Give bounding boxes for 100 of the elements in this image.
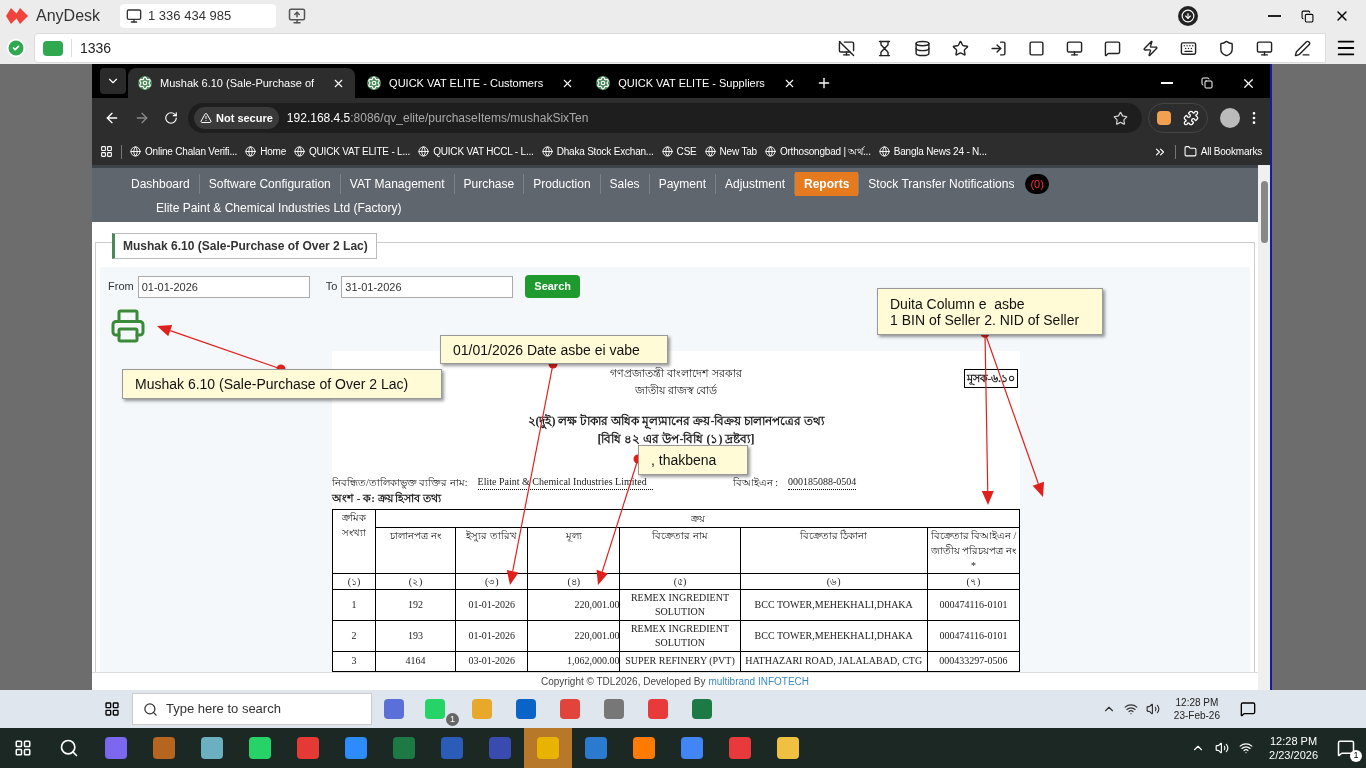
app-icon[interactable] <box>345 737 367 759</box>
table-cell: 220,001.00 <box>527 620 620 651</box>
app-icon[interactable] <box>777 737 799 759</box>
name-label: নিবন্ধিত/তালিকাভুক্ত ব্যক্তির নাম: <box>332 476 468 490</box>
app-icon[interactable] <box>201 737 223 759</box>
table-header: ক্রমিক সংখ্যা <box>332 509 376 573</box>
table-header: ক্রয় <box>375 509 1020 527</box>
search-icon <box>59 738 79 758</box>
government-line: গণপ্রজাতন্ত্রী বাংলাদেশ সরকার <box>610 366 742 381</box>
arrow-in-icon <box>989 39 1007 57</box>
url-field[interactable]: Not secure 192.168.4.5:8086/qv_elite/purchaseItems/mushakSixTen <box>188 103 1142 133</box>
app-icon[interactable] <box>249 737 271 759</box>
table-cell: BCC TOWER,MEHEKHALI,DHAKA <box>740 589 928 620</box>
notifications-icon[interactable] <box>1337 739 1355 757</box>
report-subtitle: [বিধি ৪২ এর উপ-বিধি (১) দ্রষ্টব্য] <box>597 430 755 448</box>
address-field[interactable]: 1336 <box>34 33 1326 63</box>
notification-badge: 1 <box>446 713 459 726</box>
table-cell: 000433297-0506 <box>927 651 1020 671</box>
table-header: বিক্রেতার বিআইএন / জাতীয় পরিচয়পত্র নং * <box>927 527 1020 573</box>
callout-note: Mushak 6.10 (Sale-Purchase of Over 2 Lac) <box>122 369 442 399</box>
table-cell: 03-01-2026 <box>455 651 528 671</box>
bookmark[interactable]: CSE <box>661 144 697 159</box>
table-cell: 220,001.00 <box>527 589 620 620</box>
wifi-icon[interactable] <box>1123 702 1138 716</box>
app-icon[interactable] <box>384 699 404 719</box>
app-icon[interactable] <box>692 699 712 719</box>
nav-item[interactable]: Production <box>524 172 600 196</box>
table-cell: 01-01-2026 <box>455 589 528 620</box>
copyright-text: Copyright © TDL2026, Developed By <box>540 675 706 689</box>
app-icon[interactable] <box>681 737 703 759</box>
extensions-icon[interactable] <box>1183 110 1199 126</box>
app-icon[interactable] <box>729 737 751 759</box>
app-icon[interactable] <box>297 737 319 759</box>
table-cell: (২) <box>375 573 456 589</box>
taskbar-search-field[interactable]: Type here to search <box>132 693 372 725</box>
developer-link[interactable]: multibrand INFOTECH <box>708 674 810 689</box>
globe-icon <box>418 146 430 157</box>
app-icon[interactable] <box>516 699 536 719</box>
globe-icon <box>661 146 673 157</box>
printer-icon <box>110 308 146 344</box>
bookmark[interactable]: Online Chalan Verifi... <box>130 144 238 159</box>
table-cell: 1 <box>332 589 376 620</box>
taskbar-clock[interactable]: 12:28 PM 23-Feb-26 <box>1167 696 1226 722</box>
table-cell: 4164 <box>375 651 456 671</box>
nav-item[interactable]: Dashboard <box>122 172 199 196</box>
globe-icon <box>541 146 553 157</box>
apps-icon[interactable] <box>100 145 113 158</box>
table-cell: 192 <box>375 589 456 620</box>
volume-icon[interactable] <box>1145 702 1160 716</box>
all-bookmarks[interactable]: All Bookmarks <box>1183 144 1262 159</box>
restore-icon <box>1201 77 1213 89</box>
nav-item[interactable]: Software Configuration <box>199 172 340 196</box>
bookmark[interactable]: Orthosongbad | অর্থ... <box>764 144 871 159</box>
account-button[interactable] <box>1178 6 1198 26</box>
warning-icon <box>200 112 212 124</box>
bookmark[interactable]: New Tab <box>704 144 757 159</box>
bookmark[interactable]: Home <box>245 144 286 159</box>
taskbar-clock[interactable]: 12:28 PM 2/23/2026 <box>1261 734 1326 762</box>
tab-list-button[interactable] <box>100 68 126 94</box>
bookmark-star-icon[interactable] <box>1113 110 1128 126</box>
to-date-field[interactable]: 31-01-2026 <box>341 275 514 298</box>
table-cell: SUPER REFINERY (PVT) <box>619 651 741 671</box>
volume-icon[interactable] <box>1215 741 1230 755</box>
nav-item[interactable]: Sales <box>600 172 649 196</box>
bookmark[interactable]: Dhaka Stock Exchan... <box>541 144 654 159</box>
profile-avatar[interactable] <box>1220 108 1240 128</box>
wifi-icon[interactable] <box>1239 741 1254 755</box>
nav-item[interactable]: Payment <box>649 172 715 196</box>
app-icon[interactable] <box>585 737 607 759</box>
browser-tab[interactable]: Mushak 6.10 (Sale-Purchase of <box>128 68 356 98</box>
app-icon[interactable] <box>105 737 127 759</box>
scrollbar[interactable] <box>1258 165 1270 690</box>
connected-icon <box>6 38 26 58</box>
bookmark[interactable]: Bangla News 24 - N... <box>878 144 987 159</box>
nav-item[interactable]: VAT Management <box>340 172 454 196</box>
bookmark[interactable]: QUICK VAT HCCL - L... <box>418 144 534 159</box>
app-icon[interactable] <box>633 737 655 759</box>
nav-item[interactable]: Stock Transfer Notifications <box>859 172 1024 196</box>
nav-item[interactable]: Purchase <box>454 172 524 196</box>
monitor-icon <box>126 8 143 24</box>
nav-item[interactable]: Adjustment <box>716 172 794 196</box>
arrow-down-icon <box>1181 9 1195 23</box>
table-header: বিক্রেতার নাম <box>619 527 741 573</box>
globe-icon <box>130 146 141 157</box>
session-tab[interactable]: 1 336 434 985 <box>120 4 277 28</box>
panel-title: Mushak 6.10 (Sale-Purchase of Over 2 Lac) <box>112 233 377 259</box>
table-cell: 1,062,000.00 <box>527 651 620 671</box>
app-icon[interactable] <box>604 699 624 719</box>
search-button[interactable]: Search <box>525 275 580 298</box>
from-date-field[interactable]: 01-01-2026 <box>137 275 310 298</box>
extension-icon[interactable] <box>1157 111 1171 125</box>
app-name: AnyDesk <box>36 6 101 26</box>
gear-icon <box>596 76 611 90</box>
security-chip[interactable]: Not secure <box>194 107 279 129</box>
print-button[interactable] <box>110 308 146 344</box>
app-icon[interactable] <box>153 737 175 759</box>
bookmark[interactable]: QUICK VAT ELITE - L... <box>294 144 411 159</box>
to-label: To <box>325 279 338 295</box>
monitor-icon <box>1065 39 1083 57</box>
table-cell: (৬) <box>740 573 928 589</box>
